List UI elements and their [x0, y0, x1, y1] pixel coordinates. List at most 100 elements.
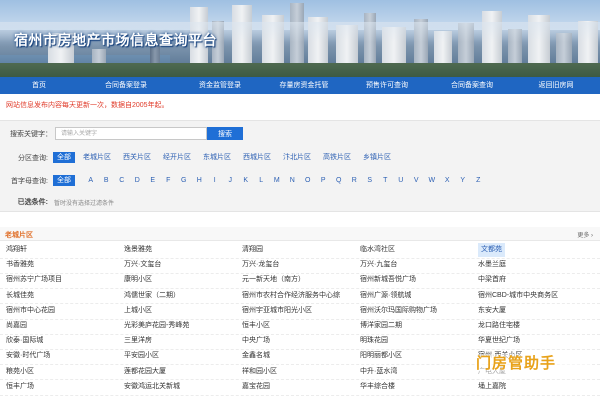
- project-link[interactable]: 宿州市中心花园: [6, 304, 55, 318]
- letter-option[interactable]: Y: [455, 177, 471, 184]
- project-link[interactable]: 安徽鸿运北关新城: [124, 380, 180, 394]
- project-link[interactable]: 上城小区: [124, 304, 152, 318]
- project-link[interactable]: 龙口路住宅楼: [478, 319, 520, 333]
- project-link[interactable]: 祥和园小区: [242, 365, 277, 379]
- letter-option[interactable]: U: [393, 177, 409, 184]
- project-link[interactable]: 宿州CBD-城市中央商务区: [478, 289, 558, 303]
- project-link[interactable]: 文都苑: [478, 243, 505, 257]
- project-link[interactable]: 中央广场: [242, 334, 270, 348]
- project-link[interactable]: 华丰综合楼: [360, 380, 395, 394]
- conditions-label: 已选条件:: [17, 199, 48, 206]
- nav-item-home[interactable]: 首页: [0, 77, 78, 94]
- letter-option[interactable]: B: [99, 177, 115, 184]
- letter-option[interactable]: S: [362, 177, 378, 184]
- project-link[interactable]: 三里洋房: [124, 334, 152, 348]
- project-link[interactable]: 宿州宇亚城市阳光小区: [242, 304, 312, 318]
- district-option[interactable]: 西关片区: [119, 152, 155, 163]
- project-link[interactable]: 宿州新城吾悦广场: [360, 273, 416, 287]
- project-link[interactable]: 中升·蓝水湾: [360, 365, 397, 379]
- district-option[interactable]: 老城片区: [79, 152, 115, 163]
- site-title: 宿州市房地产市场信息查询平台: [14, 32, 217, 48]
- project-link[interactable]: 鸿儒世家（二期）: [124, 289, 180, 303]
- project-link[interactable]: 万兴·文玺台: [124, 258, 161, 272]
- search-button[interactable]: 搜索: [207, 127, 243, 140]
- district-option[interactable]: 乡镇片区: [359, 152, 395, 163]
- banner-ground: [0, 63, 600, 77]
- project-link[interactable]: 宿州苏宁广场项目: [6, 273, 62, 287]
- project-link[interactable]: 东安大厦: [478, 304, 506, 318]
- project-link[interactable]: 长城佳苑: [6, 289, 34, 303]
- letter-option[interactable]: Z: [471, 177, 487, 184]
- project-link[interactable]: 平安园小区: [124, 349, 159, 363]
- letter-option[interactable]: E: [145, 177, 161, 184]
- project-link[interactable]: 鸿翔轩: [6, 243, 27, 257]
- project-link[interactable]: 粮苑小区: [6, 365, 34, 379]
- letter-list: ABCDEFGHIJKLMNOPQRSTUVWXYZ: [83, 177, 486, 184]
- district-option[interactable]: 东城片区: [199, 152, 235, 163]
- project-link[interactable]: 逸景雅苑: [124, 243, 152, 257]
- nav-item-contract-login[interactable]: 合同备案登录: [78, 77, 174, 94]
- project-link[interactable]: 水墨兰庭: [478, 258, 506, 272]
- letter-option[interactable]: K: [238, 177, 254, 184]
- project-link[interactable]: 莲都花园大厦: [124, 365, 166, 379]
- project-link[interactable]: 清翔园: [242, 243, 263, 257]
- project-link[interactable]: 嘉宝花园: [242, 380, 270, 394]
- district-option[interactable]: 西城片区: [239, 152, 275, 163]
- district-option[interactable]: 经开片区: [159, 152, 195, 163]
- letter-option[interactable]: D: [130, 177, 146, 184]
- project-link[interactable]: 万兴·九玺台: [360, 258, 397, 272]
- letter-option[interactable]: R: [347, 177, 363, 184]
- letter-option[interactable]: T: [378, 177, 394, 184]
- letter-option[interactable]: V: [409, 177, 425, 184]
- project-link[interactable]: 阳明丽都小区: [360, 349, 402, 363]
- letter-option[interactable]: C: [114, 177, 130, 184]
- district-option-all[interactable]: 全部: [53, 152, 75, 163]
- letter-option[interactable]: O: [300, 177, 316, 184]
- letter-option[interactable]: L: [254, 177, 270, 184]
- letter-option[interactable]: A: [83, 177, 99, 184]
- project-link[interactable]: 欣泰·国际城: [6, 334, 43, 348]
- project-link[interactable]: 埇上嘉院: [478, 380, 506, 394]
- letter-option[interactable]: G: [176, 177, 192, 184]
- letter-option[interactable]: X: [440, 177, 456, 184]
- nav-item-old-site[interactable]: 返回旧房网: [512, 77, 600, 94]
- letter-option[interactable]: Q: [331, 177, 347, 184]
- letter-option[interactable]: P: [316, 177, 332, 184]
- district-option[interactable]: 汴北片区: [279, 152, 315, 163]
- project-link[interactable]: 恒丰广场: [6, 380, 34, 394]
- more-link[interactable]: 更多 ›: [577, 230, 593, 239]
- letter-option[interactable]: H: [192, 177, 208, 184]
- letter-option[interactable]: N: [285, 177, 301, 184]
- project-link[interactable]: 金鑫名城: [242, 349, 270, 363]
- letter-option[interactable]: J: [223, 177, 239, 184]
- project-link[interactable]: 尚嘉园: [6, 319, 27, 333]
- project-link[interactable]: 安徽·时代广场: [6, 349, 50, 363]
- letter-option[interactable]: F: [161, 177, 177, 184]
- project-link[interactable]: 临水湾社区: [360, 243, 395, 257]
- project-link[interactable]: 万兴·龙玺台: [242, 258, 279, 272]
- nav-item-escrow[interactable]: 存量房资金托管: [266, 77, 342, 94]
- project-link[interactable]: 宿州市农村合作经济服务中心综: [242, 289, 340, 303]
- search-label: 搜索关键字：: [10, 130, 52, 138]
- project-link[interactable]: 华夏世纪广场: [478, 334, 520, 348]
- project-link[interactable]: 光彩美庐花园-秀峰苑: [124, 319, 189, 333]
- nav-item-fund-login[interactable]: 资金监管登录: [174, 77, 266, 94]
- project-link[interactable]: 博洋家园二期: [360, 319, 402, 333]
- search-input[interactable]: [55, 127, 207, 140]
- district-option[interactable]: 高铁片区: [319, 152, 355, 163]
- project-link[interactable]: 中梁首府: [478, 273, 506, 287]
- nav-item-presale-query[interactable]: 预售许可查询: [342, 77, 432, 94]
- project-link[interactable]: 恒丰小区: [242, 319, 270, 333]
- letter-option-all[interactable]: 全部: [53, 175, 75, 186]
- project-link[interactable]: 元一新天地（南方）: [242, 273, 305, 287]
- project-link[interactable]: 宿州广源·领航城: [360, 289, 411, 303]
- project-link[interactable]: 明珠花园: [360, 334, 388, 348]
- main-nav: 首页 合同备案登录 资金监管登录 存量房资金托管 预售许可查询 合同备案查询 返…: [0, 77, 600, 94]
- project-link[interactable]: 书香雅苑: [6, 258, 34, 272]
- nav-item-contract-query[interactable]: 合同备案查询: [432, 77, 512, 94]
- project-link[interactable]: 康明小区: [124, 273, 152, 287]
- project-link[interactable]: 宿州沃尔玛国际购物广场: [360, 304, 437, 318]
- letter-option[interactable]: M: [269, 177, 285, 184]
- letter-option[interactable]: W: [424, 177, 440, 184]
- letter-option[interactable]: I: [207, 177, 223, 184]
